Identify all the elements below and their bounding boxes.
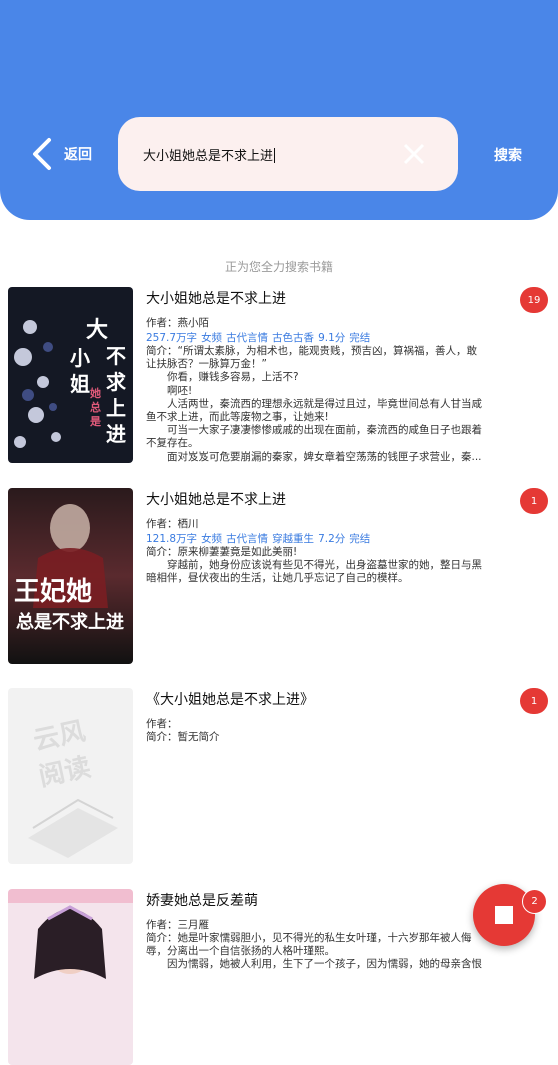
clear-icon[interactable] [402, 142, 426, 166]
search-input-value: 大小姐她总是不求上进 [143, 149, 274, 164]
book-intro: 简介：“所谓太素脉，为相术也，能观贵贱，预吉凶，算祸福，善人，敢 让扶脉否？一脉… [146, 345, 508, 463]
genre-tag: 古代言情 [226, 533, 269, 545]
book-list-item[interactable]: 云风 阅读 《大小姐她总是不求上进》 作者： 简介：暂无简介 1 [0, 688, 558, 864]
book-intro: 简介：她是叶家懦弱胆小，见不得光的私生女叶瑾，十六岁那年被人侮 辱，分离出一个自… [146, 932, 508, 972]
svg-text:不: 不 [106, 344, 126, 368]
rating: 7.2分 [318, 533, 346, 545]
word-count: 121.8万字 [146, 533, 198, 545]
book-cover [8, 889, 133, 1065]
source-count-badge: 1 [520, 688, 548, 714]
intro-line: 暗相伴，昼伏夜出的生活，让她几乎忘记了自己的模样。 [146, 572, 409, 585]
intro-line: 面对岌岌可危要崩漏的秦家，婢女章着空荡荡的钱匣子求营业，秦... [146, 450, 482, 463]
book-author: 作者：栖川 [146, 518, 199, 530]
svg-text:是: 是 [89, 415, 102, 428]
book-intro: 简介：原来柳萋萋竟是如此美丽! 穿越前，她身份应该说有些见不得光，出身盗墓世家的… [146, 546, 508, 586]
book-cover: 王妃她 总是不求上进 [8, 488, 133, 664]
svg-text:上: 上 [106, 396, 126, 420]
search-input[interactable]: 大小姐她总是不求上进 [118, 117, 458, 191]
source-count-badge: 1 [520, 488, 548, 514]
intro-line: 简介：原来柳萋萋竟是如此美丽! [146, 546, 298, 558]
intro-line: 人活两世，秦流西的理想永远就是得过且过，毕竟世间总有人甘当咸 [146, 397, 482, 410]
search-status-text: 正为您全力搜索书籍 [224, 260, 333, 274]
intro-line: 因为懦弱，她被人利用，生下了一个孩子，因为懦弱，她的母亲含恨 [146, 958, 482, 971]
book-list-item[interactable]: 王妃她 总是不求上进 大小姐她总是不求上进 作者：栖川 121.8万字 女频 古代言… [0, 488, 558, 664]
book-title: 大小姐她总是不求上进 [146, 291, 286, 307]
book-title: 娇妻她总是反差萌 [146, 893, 258, 909]
book-author: 作者： [146, 718, 178, 730]
intro-line: 穿越前，她身份应该说有些见不得光，出身盗墓世家的她，整日与黑 [146, 559, 482, 572]
source-count-badge: 19 [520, 287, 548, 313]
svg-text:大: 大 [86, 317, 108, 343]
stop-icon [495, 906, 513, 924]
intro-line: 鱼不求上进，而此等废物之事，让她来! [146, 411, 329, 424]
intro-line: 简介：暂无简介 [146, 731, 220, 743]
header-bar: 返回 大小姐她总是不求上进 搜索 [0, 0, 558, 220]
book-meta: 121.8万字 女频 古代言情 穿越重生 7.2分 完结 [146, 531, 374, 546]
channel-tag: 女频 [201, 332, 223, 344]
intro-line: 辱，分离出一个自信张扬的人格叶瑾熙。 [146, 945, 335, 958]
book-meta: 257.7万字 女频 古代言情 古色古香 9.1分 完结 [146, 330, 374, 345]
intro-line: 可当一大家子凄凄惨惨戚戚的出现在面前，秦流西的咸鱼日子也跟着 [146, 424, 482, 437]
back-label: 返回 [64, 147, 92, 163]
svg-text:总: 总 [90, 400, 101, 414]
book-cover: 云风 阅读 [8, 688, 133, 864]
intro-line: 啊呸! [146, 384, 193, 397]
word-count: 257.7万字 [146, 332, 198, 344]
book-intro: 简介：暂无简介 [146, 731, 508, 744]
text-cursor [274, 148, 276, 163]
channel-tag: 女频 [201, 533, 223, 545]
search-button[interactable]: 搜索 [494, 145, 522, 165]
book-cover: 大 小 姐 不 求 上 进 她 总 是 [8, 287, 133, 463]
intro-line: 让扶脉否？一脉算万金！” [146, 358, 267, 371]
book-title: 《大小姐她总是不求上进》 [146, 692, 314, 708]
svg-text:进: 进 [106, 422, 126, 446]
genre-tag: 古代言情 [226, 332, 269, 344]
intro-line: 简介：“所谓太素脉，为相术也，能观贵贱，预吉凶，算祸福，善人，敢 [146, 345, 477, 357]
svg-text:小: 小 [70, 346, 90, 370]
source-count-badge: 2 [522, 889, 547, 914]
svg-text:求: 求 [106, 370, 127, 394]
subgenre-tag: 古色古香 [272, 332, 315, 344]
book-title: 大小姐她总是不求上进 [146, 492, 286, 508]
rating: 9.1分 [318, 332, 346, 344]
subgenre-tag: 穿越重生 [272, 533, 315, 545]
svg-text:她: 她 [90, 386, 101, 400]
svg-text:王妃她: 王妃她 [14, 576, 92, 607]
book-list-item[interactable]: 大 小 姐 不 求 上 进 她 总 是 大小姐她总是不求上进 作者：燕小陌 25… [0, 287, 558, 463]
book-author: 作者：燕小陌 [146, 317, 209, 329]
intro-line: 不复存在。 [146, 437, 199, 450]
back-button[interactable]: 返回 [30, 136, 92, 172]
svg-text:总是不求上进: 总是不求上进 [16, 611, 124, 633]
status-tag: 完结 [349, 332, 371, 344]
status-tag: 完结 [349, 533, 371, 545]
chevron-left-icon [33, 138, 51, 170]
book-author: 作者：三月雁 [146, 919, 209, 931]
intro-line: 你看，赚钱多容易，上活不? [146, 371, 299, 384]
intro-line: 简介：她是叶家懦弱胆小，见不得光的私生女叶瑾，十六岁那年被人侮 [146, 932, 472, 944]
svg-text:姐: 姐 [70, 372, 90, 396]
